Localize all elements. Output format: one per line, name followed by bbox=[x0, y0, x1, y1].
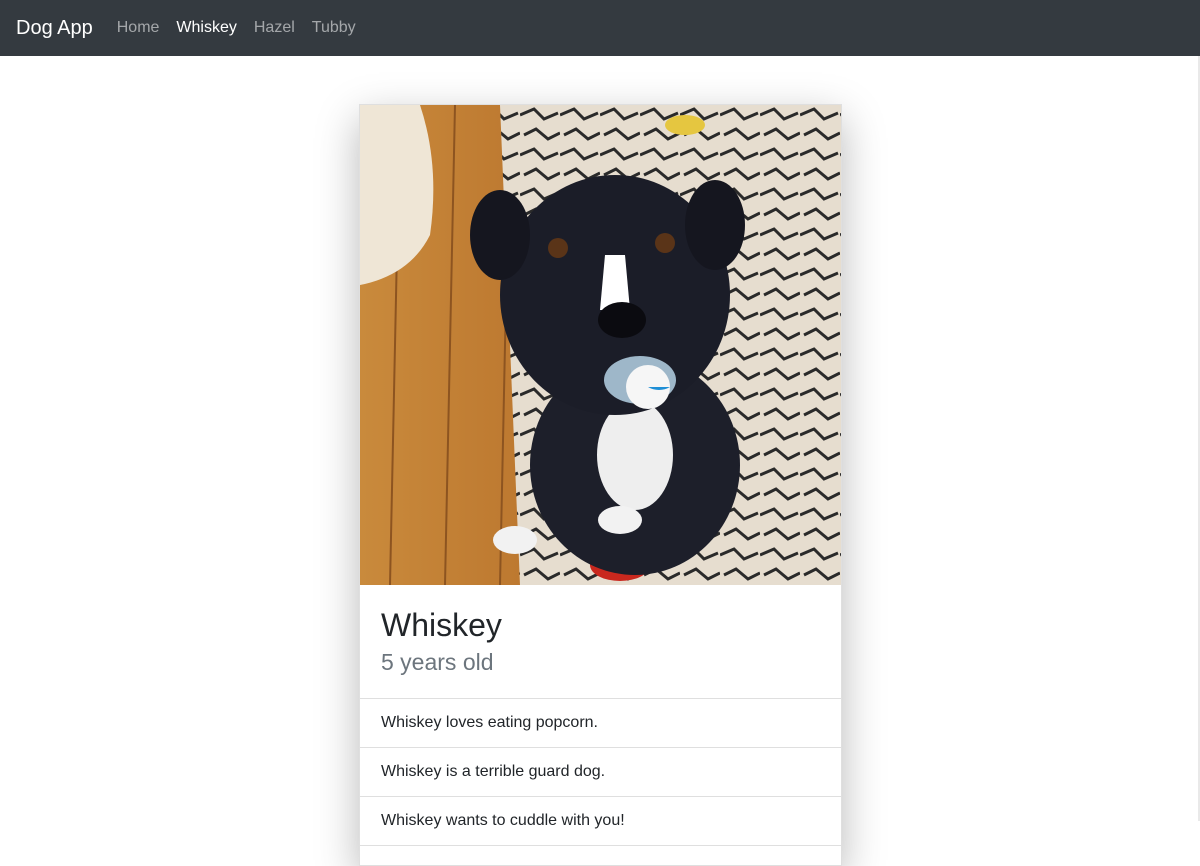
dog-name: Whiskey bbox=[381, 607, 502, 643]
nav-link-tubby[interactable]: Tubby bbox=[312, 19, 356, 37]
navbar: Dog App Home Whiskey Hazel Tubby bbox=[0, 0, 1200, 56]
facts-list: Whiskey loves eating popcorn. Whiskey is… bbox=[360, 699, 841, 846]
nav-link-hazel[interactable]: Hazel bbox=[254, 19, 295, 37]
dog-photo bbox=[360, 105, 841, 585]
dog-card: Whiskey 5 years old Whiskey loves eating… bbox=[359, 104, 842, 866]
nav-link-home[interactable]: Home bbox=[117, 19, 160, 37]
nav-link-whiskey[interactable]: Whiskey bbox=[176, 19, 236, 37]
card-body: Whiskey 5 years old bbox=[360, 585, 841, 699]
fact-item: Whiskey wants to cuddle with you! bbox=[360, 797, 841, 846]
fact-item: Whiskey is a terrible guard dog. bbox=[360, 748, 841, 797]
dog-age: 5 years old bbox=[381, 649, 494, 675]
navbar-brand[interactable]: Dog App bbox=[16, 17, 93, 40]
fact-item: Whiskey loves eating popcorn. bbox=[360, 699, 841, 748]
